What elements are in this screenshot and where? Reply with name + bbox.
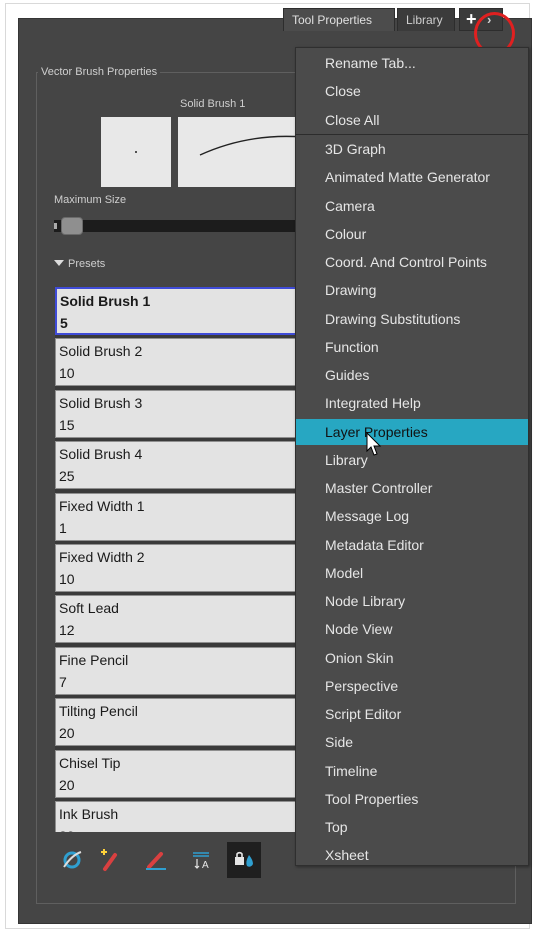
new-preset-icon <box>101 849 117 871</box>
menu-item-master-controller[interactable]: Master Controller <box>296 475 528 501</box>
preset-item[interactable]: Soft Lead 12 <box>55 595 305 644</box>
menu-item-script-editor[interactable]: Script Editor <box>296 701 528 727</box>
menu-item-guides[interactable]: Guides <box>296 362 528 388</box>
group-title: Vector Brush Properties <box>38 66 161 78</box>
maximum-size-label: Maximum Size <box>54 194 127 206</box>
preset-item[interactable]: Fixed Width 1 1 <box>55 492 305 541</box>
preset-name: Fine Pencil <box>59 651 129 668</box>
menu-separator <box>296 134 528 135</box>
new-preset-button[interactable] <box>93 842 127 878</box>
menu-item-integrated-help[interactable]: Integrated Help <box>296 390 528 416</box>
preserve-colour-button[interactable] <box>227 842 261 878</box>
tip-dot <box>135 151 137 153</box>
slider-tick <box>54 223 57 229</box>
preset-item[interactable]: Solid Brush 3 15 <box>55 389 305 438</box>
menu-item-node-library[interactable]: Node Library <box>296 588 528 614</box>
menu-item-perspective[interactable]: Perspective <box>296 673 528 699</box>
preset-name: Chisel Tip <box>59 754 121 771</box>
preset-name: Fixed Width 2 <box>59 549 145 565</box>
menu-item-timeline[interactable]: Timeline <box>296 758 528 784</box>
triangle-down-icon <box>54 260 64 266</box>
menu-item-close[interactable]: Close <box>296 78 528 104</box>
stroke-preview-curve <box>199 135 303 156</box>
menu-item-library[interactable]: Library <box>296 447 528 473</box>
preset-size: 20 <box>59 776 75 793</box>
preset-item[interactable]: Tilting Pencil 20 <box>55 698 305 747</box>
preset-size: 25 <box>59 468 75 485</box>
preset-size: 20 <box>59 828 75 832</box>
menu-item-coord-and-control-points[interactable]: Coord. And Control Points <box>296 249 528 275</box>
preset-toolbar: A <box>55 842 305 882</box>
edit-preset-icon <box>146 852 166 870</box>
menu-item-animated-matte-generator[interactable]: Animated Matte Generator <box>296 164 528 190</box>
preset-size: 7 <box>59 673 67 690</box>
preset-name: Fixed Width 1 <box>59 497 145 514</box>
preset-size: 15 <box>59 416 75 433</box>
preset-name: Solid Brush 4 <box>59 446 143 463</box>
menu-item-top[interactable]: Top <box>296 814 528 840</box>
menu-item-model[interactable]: Model <box>296 560 528 586</box>
preset-item[interactable]: Fine Pencil 7 <box>55 646 305 695</box>
stroke-preview[interactable] <box>178 117 303 187</box>
preset-name: Ink Brush <box>59 806 119 822</box>
svg-text:A: A <box>202 860 209 871</box>
preset-name: Solid Brush 2 <box>59 343 143 360</box>
preset-size: 5 <box>60 315 68 331</box>
mouse-cursor-icon <box>366 431 384 463</box>
preset-size: 20 <box>59 725 75 742</box>
texture-button[interactable]: A <box>185 842 219 878</box>
tab-menu: Rename Tab... Close Close All 3D Graph Anima… <box>295 47 529 866</box>
slider-handle[interactable] <box>61 217 84 235</box>
brush-shape-icon <box>63 851 82 869</box>
preset-name: Solid Brush 1 <box>60 293 151 309</box>
preset-name: Tilting Pencil <box>59 703 138 720</box>
preset-item[interactable]: Solid Brush 4 25 <box>55 441 305 490</box>
preset-size: 12 <box>59 622 75 639</box>
menu-item-message-log[interactable]: Message Log <box>296 503 528 529</box>
menu-item-drawing-substitutions[interactable]: Drawing Substitutions <box>296 306 528 332</box>
menu-item-metadata-editor[interactable]: Metadata Editor <box>296 532 528 558</box>
preset-name: Solid Brush 3 <box>59 394 143 411</box>
preset-size: 10 <box>59 365 75 382</box>
brush-name-label: Solid Brush 1 <box>180 98 246 110</box>
menu-item-rename-tab[interactable]: Rename Tab... <box>296 50 528 76</box>
edit-preset-button[interactable] <box>139 842 173 878</box>
tip-preview[interactable] <box>101 117 171 187</box>
presets-label: Presets <box>68 258 106 270</box>
preset-size: 1 <box>59 519 67 536</box>
tab-tool-properties[interactable]: Tool Properties <box>283 8 395 31</box>
brush-shape-button[interactable] <box>55 842 89 878</box>
menu-item-colour[interactable]: Colour <box>296 221 528 247</box>
tab-library[interactable]: Library <box>397 8 455 31</box>
menu-item-drawing[interactable]: Drawing <box>296 277 528 303</box>
menu-item-node-view[interactable]: Node View <box>296 616 528 642</box>
menu-item-layer-properties[interactable]: Layer Properties <box>296 418 528 445</box>
menu-item-camera[interactable]: Camera <box>296 193 528 219</box>
maximum-size-slider[interactable] <box>54 220 304 232</box>
presets-header[interactable]: Presets <box>54 258 105 270</box>
texture-icon: A <box>193 852 209 871</box>
menu-item-tool-properties[interactable]: Tool Properties <box>296 786 528 812</box>
preset-item[interactable]: Solid Brush 1 5 <box>55 287 305 335</box>
preset-size: 10 <box>59 571 75 587</box>
preset-item[interactable]: Fixed Width 2 10 <box>55 544 305 592</box>
menu-item-xsheet[interactable]: Xsheet <box>296 842 528 868</box>
preserve-colour-icon <box>235 851 253 867</box>
preset-item[interactable]: Solid Brush 2 10 <box>55 338 305 387</box>
menu-item-function[interactable]: Function <box>296 334 528 360</box>
menu-item-3d-graph[interactable]: 3D Graph <box>296 136 528 162</box>
preset-item[interactable]: Ink Brush 20 <box>55 801 305 832</box>
menu-item-close-all[interactable]: Close All <box>296 107 528 133</box>
preset-list[interactable]: Solid Brush 1 5 Solid Brush 2 10 Solid Brush… <box>55 287 305 832</box>
preset-item[interactable]: Chisel Tip 20 <box>55 749 305 798</box>
menu-item-onion-skin[interactable]: Onion Skin <box>296 645 528 671</box>
menu-item-side[interactable]: Side <box>296 729 528 755</box>
preset-name: Soft Lead <box>59 600 119 617</box>
